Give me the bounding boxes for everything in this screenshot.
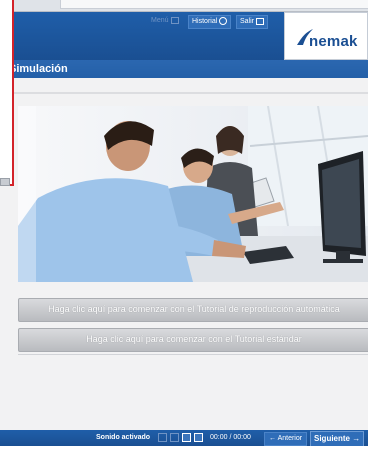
overlay-panel (0, 0, 14, 186)
title-bar: Simulación (0, 60, 368, 78)
arrow-right-icon: → (352, 434, 361, 443)
menu-icon (170, 16, 179, 24)
divider (18, 354, 368, 355)
divider (14, 92, 368, 94)
salir-label: Salir (240, 18, 255, 25)
previous-button[interactable]: ← Anterior (264, 432, 308, 446)
office-photo-illustration (18, 106, 368, 282)
top-strip-inner (60, 0, 368, 9)
tutorial-auto-button[interactable]: Haga clic aquí para comenzar con el Tuto… (18, 298, 368, 322)
arrow-left-icon: ← (269, 435, 276, 442)
logo: nemak (284, 12, 368, 60)
time-label: 00:00 / 00:00 (210, 434, 251, 441)
hero-photo (18, 106, 368, 282)
tutorial-standard-button[interactable]: Haga clic aquí para comenzar con el Tuto… (18, 328, 368, 352)
salir-button[interactable]: Salir (236, 15, 269, 29)
next-label: Siguiente (314, 434, 351, 443)
historial-label: Historial (192, 18, 218, 25)
menu-button[interactable]: Menú (148, 15, 182, 27)
sound-icon[interactable] (182, 433, 191, 442)
player-controls: Sonido activado 00:00 / 00:00 ← Anterior… (0, 430, 368, 447)
next-button[interactable]: Siguiente → (310, 431, 365, 447)
overlay-panel-handle[interactable] (0, 178, 10, 186)
historial-button[interactable]: Historial (188, 15, 232, 29)
top-strip (0, 0, 368, 12)
stop-icon[interactable] (170, 433, 179, 442)
footer-strip (0, 446, 368, 452)
menu-label: Menú (151, 17, 169, 24)
captions-icon[interactable] (194, 433, 203, 442)
exit-icon (256, 17, 265, 25)
history-icon (219, 17, 228, 26)
previous-label: Anterior (277, 435, 303, 442)
page-title: Simulación (9, 63, 68, 75)
sound-status-label: Sonido activado (96, 434, 151, 441)
logo-text: nemak (309, 33, 358, 50)
play-icon[interactable] (158, 433, 167, 442)
